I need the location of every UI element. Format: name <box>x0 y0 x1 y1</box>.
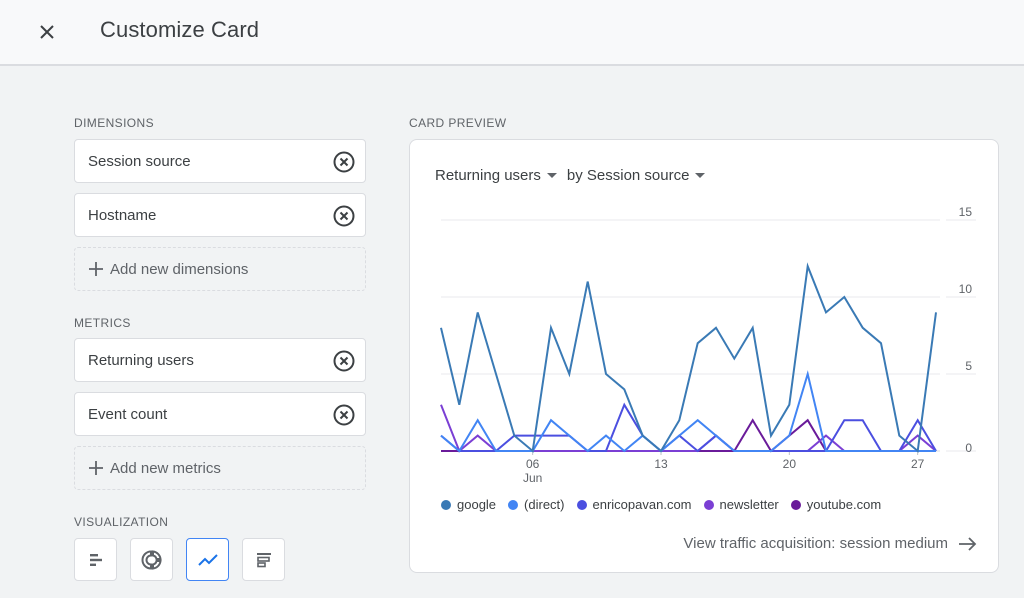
x-tick-sublabel: Jun <box>523 471 542 485</box>
viz-table-chart-button[interactable] <box>242 538 285 581</box>
close-icon <box>40 25 54 39</box>
card-preview-label: CARD PREVIEW <box>409 116 507 130</box>
legend-item[interactable]: newsletter <box>703 497 779 512</box>
bar-chart-icon <box>89 553 102 566</box>
visualization-label: VISUALIZATION <box>74 515 169 529</box>
page-title: Customize Card <box>100 17 260 42</box>
metrics-label: METRICS <box>74 316 131 330</box>
legend-dot-icon <box>790 499 801 510</box>
legend-item[interactable]: youtube.com <box>790 497 882 512</box>
footer-link-label: View traffic acquisition: session medium <box>683 535 948 552</box>
legend-label: newsletter <box>719 497 779 512</box>
viz-bar-chart-button[interactable] <box>74 538 117 581</box>
legend-item[interactable]: enricopavan.com <box>576 497 692 512</box>
top-bar: Customize Card <box>0 0 1024 66</box>
y-tick-label: 10 <box>959 282 973 296</box>
legend-item[interactable]: google <box>441 497 496 512</box>
metric-chip-returning-users[interactable]: Returning users <box>74 338 366 382</box>
legend-label: enricopavan.com <box>592 497 692 512</box>
remove-circle-icon[interactable] <box>333 205 355 227</box>
legend-dot-icon <box>441 499 451 510</box>
x-tick-label: 13 <box>654 457 668 471</box>
line-chart: 0 5 10 15 06Jun 13 20 27 <box>440 205 976 485</box>
plus-icon <box>89 461 103 475</box>
line-chart-icon <box>197 553 218 566</box>
metric-chip-label: Returning users <box>88 351 194 369</box>
card-preview: Returning users by Session source 0 5 10 15… <box>409 139 999 573</box>
view-traffic-acquisition-link[interactable]: View traffic acquisition: session medium <box>683 535 978 552</box>
legend-item[interactable]: (direct) <box>508 497 565 512</box>
plus-icon <box>89 262 103 276</box>
legend-dot-icon <box>576 499 587 510</box>
close-button[interactable] <box>34 19 60 45</box>
table-chart-icon <box>256 552 271 567</box>
remove-circle-icon[interactable] <box>333 404 355 426</box>
legend-label: (direct) <box>524 497 565 512</box>
metric-chip-label: Event count <box>88 405 168 423</box>
dimensions-label: DIMENSIONS <box>74 116 155 130</box>
dimension-chip-session-source[interactable]: Session source <box>74 139 366 183</box>
donut-chart-icon <box>141 549 162 570</box>
series-line-google[interactable] <box>440 262 937 453</box>
viz-donut-chart-button[interactable] <box>130 538 173 581</box>
remove-circle-icon[interactable] <box>333 151 355 173</box>
y-tick-label: 15 <box>959 205 973 219</box>
y-tick-label: 0 <box>965 441 972 455</box>
legend-dot-icon <box>703 499 714 510</box>
dimension-chip-hostname[interactable]: Hostname <box>74 193 366 237</box>
legend-label: youtube.com <box>806 497 882 512</box>
y-tick-label: 5 <box>965 359 972 373</box>
viz-line-chart-button[interactable] <box>186 538 229 581</box>
add-dimension-label: Add new dimensions <box>110 260 249 278</box>
legend-label: google <box>457 497 497 512</box>
add-dimension-button[interactable]: Add new dimensions <box>74 247 366 291</box>
chart-legend: google (direct) enricopavan.com newsletter y… <box>441 497 893 512</box>
add-metric-button[interactable]: Add new metrics <box>74 446 366 490</box>
x-tick-label: 06 <box>526 457 540 471</box>
arrow-right-icon <box>959 536 977 551</box>
legend-dot-icon <box>508 499 519 510</box>
x-tick-label: 27 <box>911 457 925 471</box>
metric-chip-event-count[interactable]: Event count <box>74 392 366 436</box>
dimension-chip-label: Session source <box>88 152 191 170</box>
x-tick-label: 20 <box>783 457 797 471</box>
remove-circle-icon[interactable] <box>333 350 355 372</box>
dimension-chip-label: Hostname <box>88 206 157 224</box>
add-metric-label: Add new metrics <box>110 459 221 477</box>
